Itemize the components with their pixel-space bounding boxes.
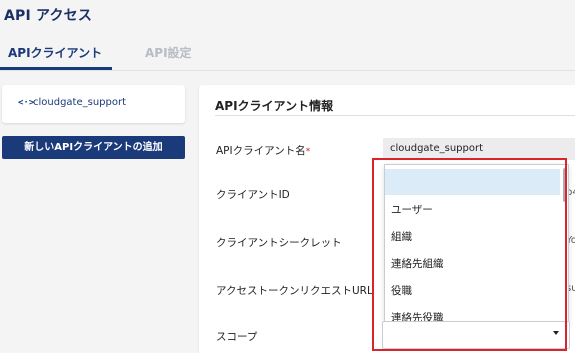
client-name-label: APIクライアント名* [216,145,311,157]
scope-option-position[interactable]: 役職 [385,276,560,302]
dropdown-scrollbar[interactable] [563,168,567,202]
scope-select[interactable] [382,321,570,349]
tab-api-settings[interactable]: API設定 [145,44,192,61]
client-secret-label: クライアントシークレット [216,237,342,249]
page-header: API アクセス [0,0,575,36]
active-tab-indicator [0,67,112,70]
token-url-label: アクセストークンリクエストURL [216,285,373,297]
page-title: API アクセス [4,8,93,24]
divider [215,115,575,116]
client-name-value: cloudgate_support [390,143,484,154]
add-api-client-button[interactable]: 新しいAPIクライアントの追加 [2,136,185,159]
api-client-list-item[interactable]: <·> cloudgate_support [2,85,185,123]
scope-label: スコープ [216,331,258,343]
client-name: cloudgate_support [33,97,127,108]
client-id-label: クライアントID [216,189,290,201]
scope-option-organization[interactable]: 組織 [385,222,560,248]
scope-dropdown-list[interactable]: ユーザー 組織 連絡先組織 役職 連絡先役職 [384,164,569,324]
scope-option-contact-organization[interactable]: 連絡先組織 [385,249,560,275]
scope-option-user[interactable]: ユーザー [385,195,560,221]
tab-bar: APIクライアント API設定 [0,36,575,71]
code-icon: <·> [18,98,35,108]
client-name-field: cloudgate_support [383,138,575,160]
panel-title: APIクライアント情報 [215,99,334,113]
caret-down-icon [553,331,559,335]
tab-api-clients[interactable]: APIクライアント [8,44,102,61]
scope-option-empty[interactable] [385,169,560,195]
required-mark: * [305,147,311,157]
